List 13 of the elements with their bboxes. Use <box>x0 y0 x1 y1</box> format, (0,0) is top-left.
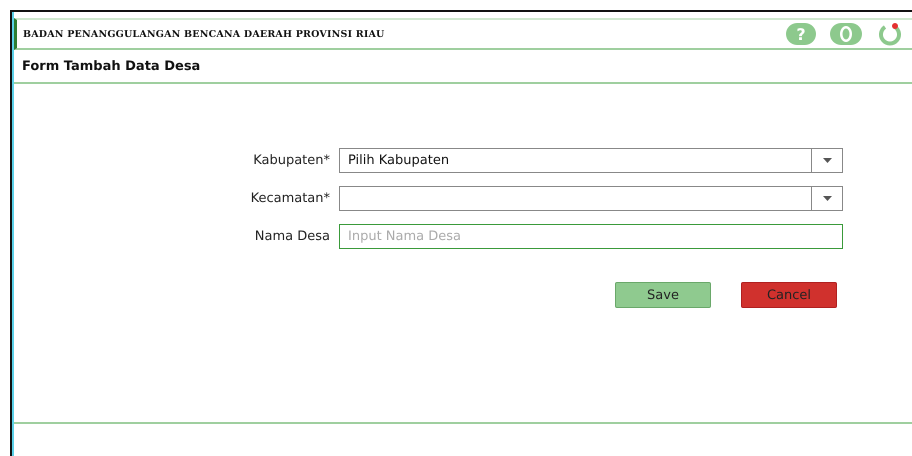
field-label: Kabupaten* <box>252 153 330 168</box>
input-field[interactable]: Input Nama Desa <box>339 224 843 249</box>
app-title: BADAN PENANGGULANGAN BENCANA DAERAH PROVINSI RIAU <box>23 28 385 40</box>
form-title: Form Tambah Data Desa <box>22 58 200 74</box>
dropdown-field[interactable] <box>339 186 843 211</box>
save-button[interactable]: Save <box>615 282 711 308</box>
field-label: Kecamatan* <box>250 191 330 206</box>
caret-icon <box>822 196 832 201</box>
user-icon[interactable] <box>830 23 862 45</box>
dropdown-field[interactable]: Pilih Kabupaten <box>339 148 843 173</box>
power-icon[interactable] <box>876 22 904 46</box>
caret-icon <box>822 158 832 163</box>
field-label: Nama Desa <box>254 229 330 244</box>
